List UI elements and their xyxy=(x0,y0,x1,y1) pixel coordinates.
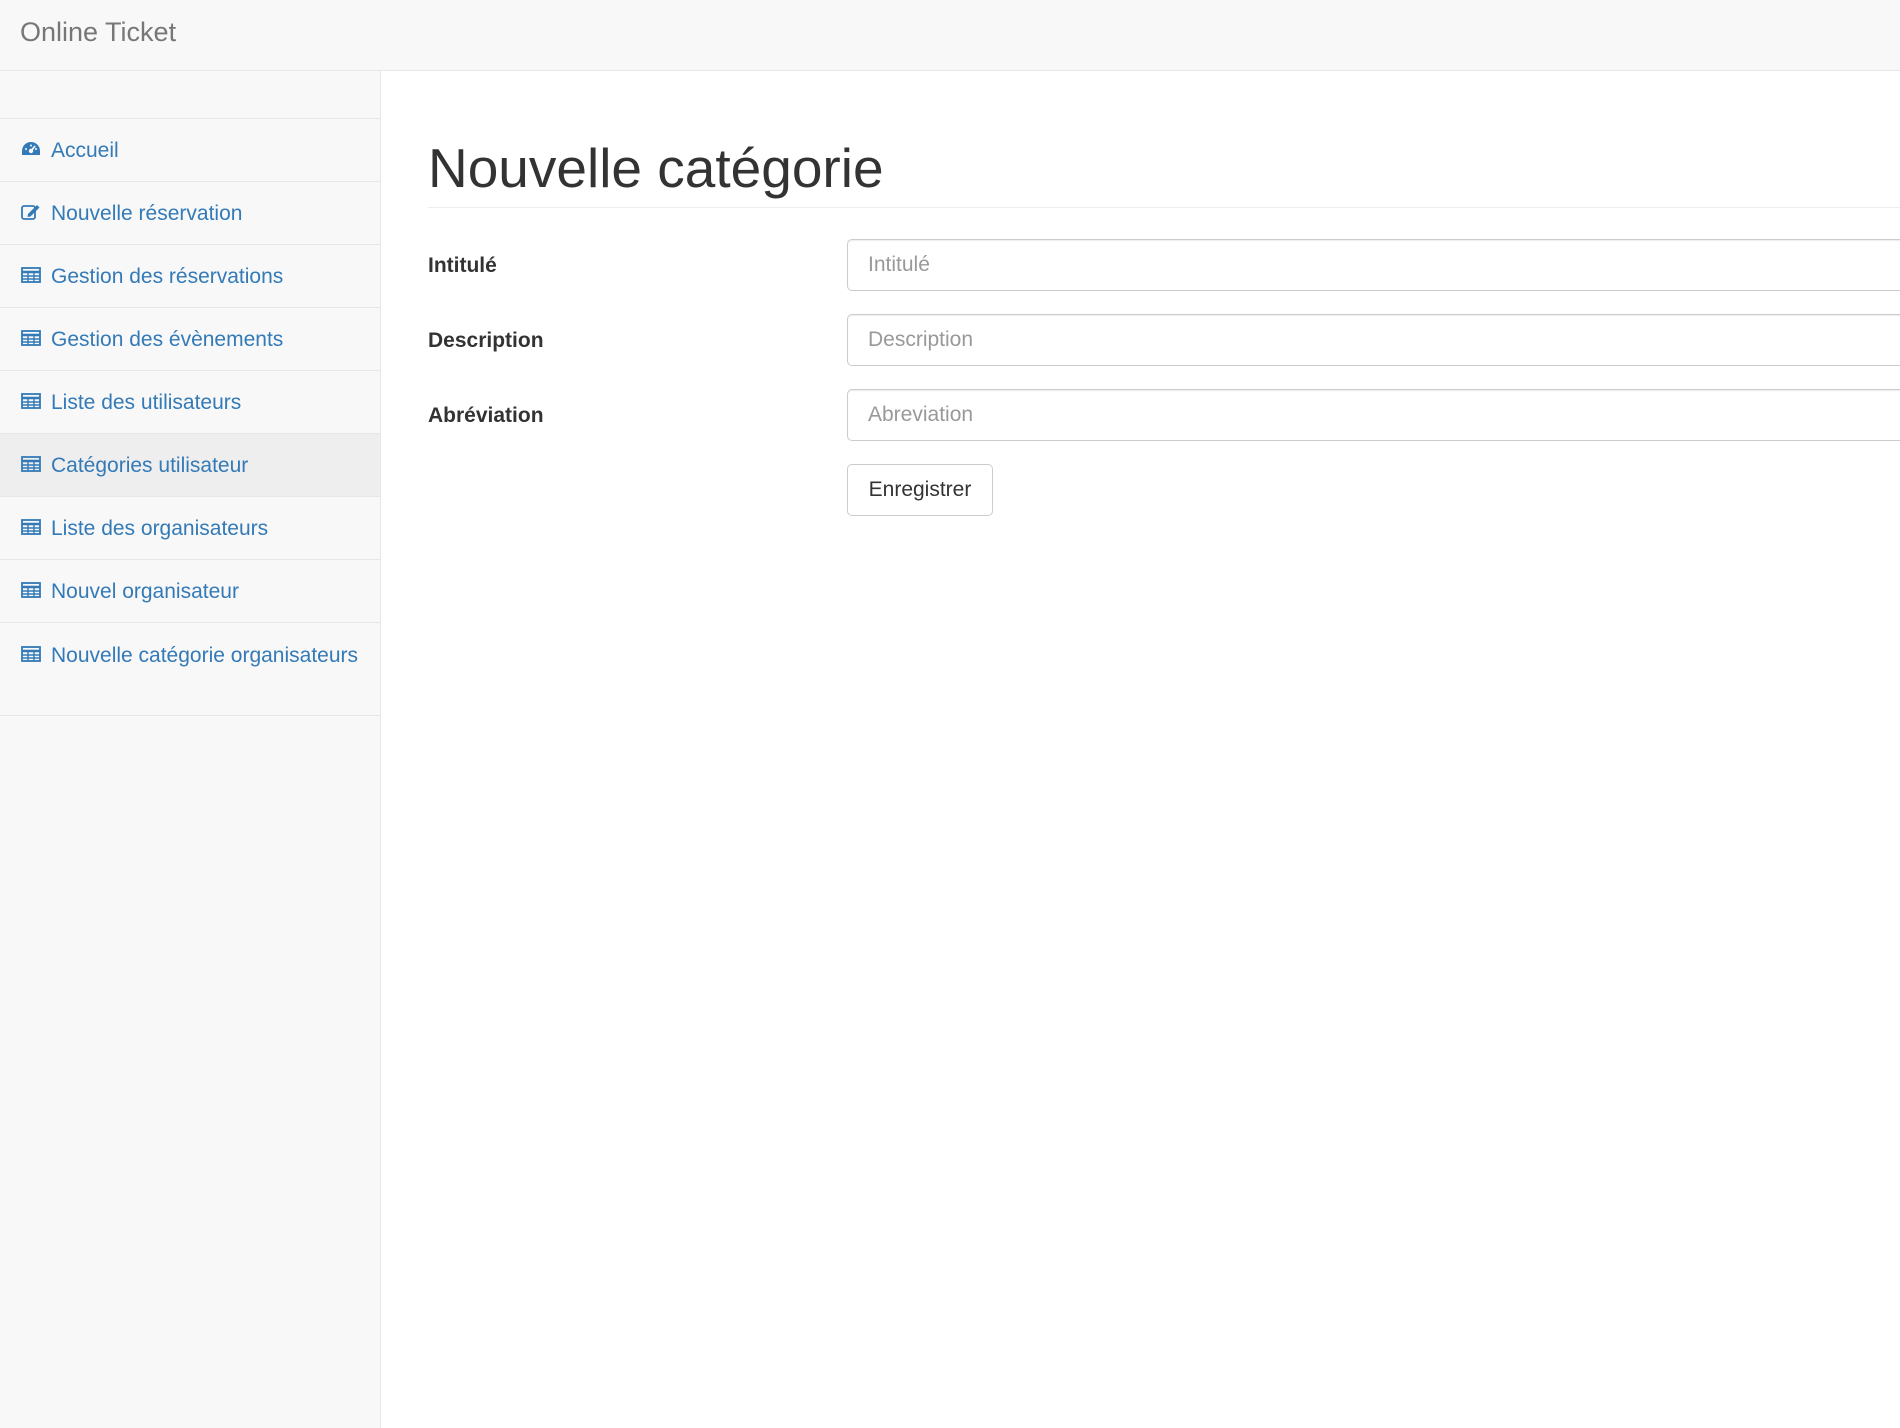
sidebar-item-label: Nouvelle réservation xyxy=(51,202,243,225)
sidebar-item-categories-utilisateur[interactable]: Catégories utilisateur xyxy=(0,434,380,497)
sidebar-item-label: Nouvelle catégorie organisateurs xyxy=(51,644,359,667)
description-input[interactable] xyxy=(847,314,1900,366)
description-label: Description xyxy=(428,329,544,352)
form-row-intitule: Intitulé xyxy=(428,239,1900,293)
title-divider xyxy=(428,207,1900,208)
sidebar: Accueil Nouvelle réservation Gestion des… xyxy=(0,71,381,1428)
top-navbar: Online Ticket xyxy=(0,0,1900,71)
sidebar-item-label: Accueil xyxy=(51,139,119,162)
sidebar-item-nouvelle-reservation[interactable]: Nouvelle réservation xyxy=(0,182,380,245)
sidebar-item-gestion-evenements[interactable]: Gestion des évènements xyxy=(0,308,380,371)
form-row-description: Description xyxy=(428,314,1900,368)
table-icon xyxy=(20,581,42,599)
page-title: Nouvelle catégorie xyxy=(428,137,884,199)
table-icon xyxy=(20,392,42,410)
table-icon xyxy=(20,645,42,663)
table-icon xyxy=(20,455,42,473)
sidebar-item-liste-organisateurs[interactable]: Liste des organisateurs xyxy=(0,497,380,560)
sidebar-item-accueil[interactable]: Accueil xyxy=(0,119,380,182)
form-row-submit: Enregistrer xyxy=(428,464,1900,518)
table-icon xyxy=(20,518,42,536)
brand-link[interactable]: Online Ticket xyxy=(20,14,176,50)
intitule-label: Intitulé xyxy=(428,254,497,277)
sidebar-item-nouvel-organisateur[interactable]: Nouvel organisateur xyxy=(0,560,380,623)
sidebar-item-label: Liste des organisateurs xyxy=(51,517,269,540)
sidebar-item-nouvelle-categorie-organisateurs[interactable]: Nouvelle catégorie organisateurs xyxy=(0,623,380,716)
intitule-input[interactable] xyxy=(847,239,1900,291)
abreviation-input[interactable] xyxy=(847,389,1900,441)
sidebar-menu: Accueil Nouvelle réservation Gestion des… xyxy=(0,118,380,716)
sidebar-item-gestion-reservations[interactable]: Gestion des réservations xyxy=(0,245,380,308)
sidebar-item-label: Gestion des réservations xyxy=(51,265,284,288)
abreviation-label: Abréviation xyxy=(428,404,544,427)
form-row-abreviation: Abréviation xyxy=(428,389,1900,443)
save-button[interactable]: Enregistrer xyxy=(847,464,993,516)
sidebar-item-liste-utilisateurs[interactable]: Liste des utilisateurs xyxy=(0,371,380,434)
sidebar-item-label: Nouvel organisateur xyxy=(51,580,239,603)
table-icon xyxy=(20,266,42,284)
table-icon xyxy=(20,329,42,347)
dashboard-icon xyxy=(20,140,42,158)
sidebar-item-label: Gestion des évènements xyxy=(51,328,284,351)
sidebar-item-label: Catégories utilisateur xyxy=(51,454,249,477)
sidebar-item-label: Liste des utilisateurs xyxy=(51,391,242,414)
edit-icon xyxy=(20,203,42,221)
